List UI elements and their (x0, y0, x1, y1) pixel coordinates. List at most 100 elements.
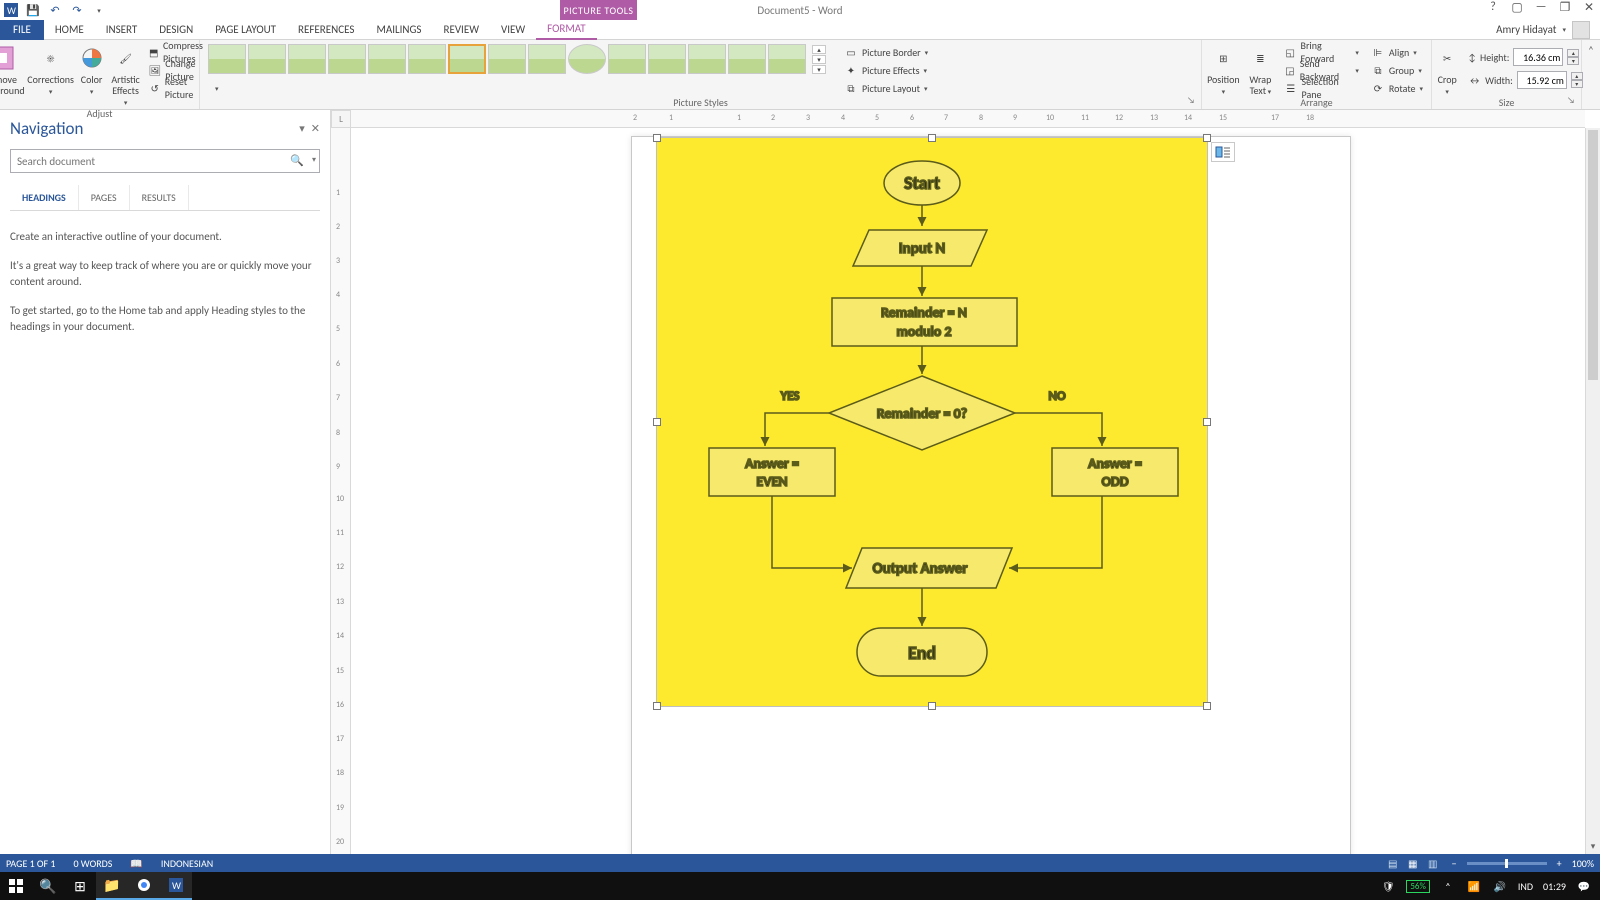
style-item[interactable] (288, 44, 326, 74)
horizontal-ruler[interactable]: 21 12 34 56 78 910 1112 1314 1517 18 (351, 110, 1585, 128)
minimize-icon[interactable]: — (1534, 0, 1548, 14)
group-button[interactable]: ⧉Group ▾ (1367, 62, 1427, 78)
action-center-icon[interactable]: 💬 (1576, 878, 1592, 894)
width-up-icon[interactable]: ▴ (1571, 72, 1583, 80)
status-proofing-icon[interactable]: 📖 (130, 857, 142, 870)
tab-design[interactable]: DESIGN (148, 20, 204, 40)
rotate-button[interactable]: ⟳Rotate ▾ (1367, 80, 1427, 96)
tray-ime[interactable]: IND (1518, 880, 1533, 893)
collapse-ribbon-icon[interactable]: ˄ (1588, 44, 1594, 57)
resize-handle-se[interactable] (1203, 702, 1211, 710)
style-item[interactable] (208, 44, 246, 74)
size-launcher-icon[interactable]: ↘ (1567, 95, 1579, 107)
style-item[interactable] (488, 44, 526, 74)
status-words[interactable]: 0 WORDS (73, 857, 112, 870)
restore-icon[interactable]: ❐ (1558, 0, 1572, 14)
status-page[interactable]: PAGE 1 OF 1 (6, 857, 55, 870)
ribbon-display-icon[interactable]: ▢ (1510, 0, 1524, 14)
vertical-ruler[interactable]: 12 34 56 78 910 1112 1314 1516 1718 1920 (331, 128, 351, 854)
style-item-oval[interactable] (568, 44, 606, 74)
nav-tab-results[interactable]: RESULTS (130, 185, 189, 210)
help-icon[interactable]: ? (1486, 0, 1500, 14)
flowchart-picture[interactable]: Start Input N Remainder = N modulo 2 (656, 137, 1208, 707)
user-name[interactable]: Amry Hidayat (1496, 23, 1556, 36)
style-item[interactable] (408, 44, 446, 74)
tray-volume-icon[interactable]: 🔊 (1492, 878, 1508, 894)
tray-wifi-icon[interactable]: 📶 (1466, 878, 1482, 894)
scroll-thumb[interactable] (1588, 130, 1598, 380)
remove-background-button[interactable]: Remove Background (0, 44, 25, 96)
picture-layout-button[interactable]: ⧉Picture Layout ▾ (840, 80, 932, 96)
style-item[interactable] (608, 44, 646, 74)
resize-handle-ne[interactable] (1203, 134, 1211, 142)
height-up-icon[interactable]: ▴ (1567, 49, 1579, 57)
gallery-more-icon[interactable]: ▾ (812, 65, 826, 74)
resize-handle-w[interactable] (653, 418, 661, 426)
start-button[interactable] (0, 872, 32, 900)
status-language[interactable]: INDONESIAN (161, 857, 213, 870)
align-button[interactable]: ⊫Align ▾ (1367, 44, 1427, 60)
style-item-selected[interactable] (448, 44, 486, 74)
tab-references[interactable]: REFERENCES (287, 20, 365, 40)
style-item[interactable] (688, 44, 726, 74)
width-down-icon[interactable]: ▾ (1571, 80, 1583, 88)
resize-handle-nw[interactable] (653, 134, 661, 142)
picture-style-gallery[interactable]: ▴ ▾ ▾ (204, 44, 830, 74)
vertical-scrollbar[interactable]: ▴ ▾ (1585, 128, 1600, 854)
gallery-down-icon[interactable]: ▾ (812, 55, 826, 64)
zoom-out-icon[interactable]: − (1452, 857, 1457, 870)
tray-security-icon[interactable]: 🛡 (1380, 878, 1396, 894)
close-icon[interactable]: ✕ (1582, 0, 1596, 14)
nav-tab-headings[interactable]: HEADINGS (10, 185, 79, 210)
tray-chevron-icon[interactable]: ˄ (1440, 878, 1456, 894)
corrections-button[interactable]: ☀ Corrections▾ (29, 44, 73, 96)
nav-tab-pages[interactable]: PAGES (79, 185, 130, 210)
undo-icon[interactable]: ↶ (48, 3, 62, 17)
style-item[interactable] (648, 44, 686, 74)
avatar[interactable] (1572, 21, 1590, 39)
task-view-icon[interactable]: ⊞ (64, 872, 96, 900)
qat-customize-icon[interactable]: ▾ (92, 3, 106, 17)
style-item[interactable] (368, 44, 406, 74)
save-icon[interactable]: 💾 (26, 3, 40, 17)
view-print-layout-icon[interactable]: ▦ (1404, 856, 1422, 870)
style-item[interactable] (728, 44, 766, 74)
width-input[interactable] (1517, 71, 1567, 89)
gallery-up-icon[interactable]: ▴ (812, 45, 826, 54)
tab-home[interactable]: HOME (44, 20, 95, 40)
resize-handle-s[interactable] (928, 702, 936, 710)
resize-handle-n[interactable] (928, 134, 936, 142)
artistic-effects-button[interactable]: 🖌 Artistic Effects ▾ (111, 44, 141, 107)
nav-pane-options-icon[interactable]: ▾ (299, 122, 305, 135)
wrap-text-button[interactable]: ≣ Wrap Text ▾ (1245, 44, 1276, 96)
tab-insert[interactable]: INSERT (95, 20, 149, 40)
scroll-down-icon[interactable]: ▾ (1586, 839, 1600, 854)
view-read-mode-icon[interactable]: ▤ (1384, 856, 1402, 870)
style-item[interactable] (248, 44, 286, 74)
ruler-tab-selector[interactable]: L (331, 110, 351, 128)
position-button[interactable]: ⊞ Position▾ (1206, 44, 1241, 96)
search-options-icon[interactable]: ▾ (312, 155, 316, 165)
battery-indicator[interactable]: 56% (1406, 880, 1430, 893)
color-button[interactable]: Color▾ (77, 44, 107, 96)
resize-handle-e[interactable] (1203, 418, 1211, 426)
tab-format[interactable]: FORMAT (536, 20, 596, 40)
layout-options-button[interactable] (1211, 142, 1235, 162)
file-explorer-icon[interactable]: 📁 (96, 872, 128, 900)
resize-handle-sw[interactable] (653, 702, 661, 710)
tab-view[interactable]: VIEW (490, 20, 536, 40)
chrome-icon[interactable] (128, 872, 160, 900)
tray-clock[interactable]: 01:29 (1543, 880, 1566, 893)
tab-page-layout[interactable]: PAGE LAYOUT (204, 20, 287, 40)
redo-icon[interactable]: ↷ (70, 3, 84, 17)
search-input[interactable] (10, 149, 320, 173)
search-icon[interactable]: 🔍 (290, 154, 304, 167)
word-taskbar-icon[interactable]: W (160, 872, 192, 900)
tab-review[interactable]: REVIEW (432, 20, 490, 40)
tab-mailings[interactable]: MAILINGS (365, 20, 432, 40)
view-web-layout-icon[interactable]: ▥ (1424, 856, 1442, 870)
document-page[interactable]: Start Input N Remainder = N modulo 2 (631, 136, 1351, 854)
selection-pane-button[interactable]: ☰Selection Pane (1280, 80, 1363, 96)
zoom-level[interactable]: 100% (1572, 857, 1594, 870)
style-item[interactable] (768, 44, 806, 74)
